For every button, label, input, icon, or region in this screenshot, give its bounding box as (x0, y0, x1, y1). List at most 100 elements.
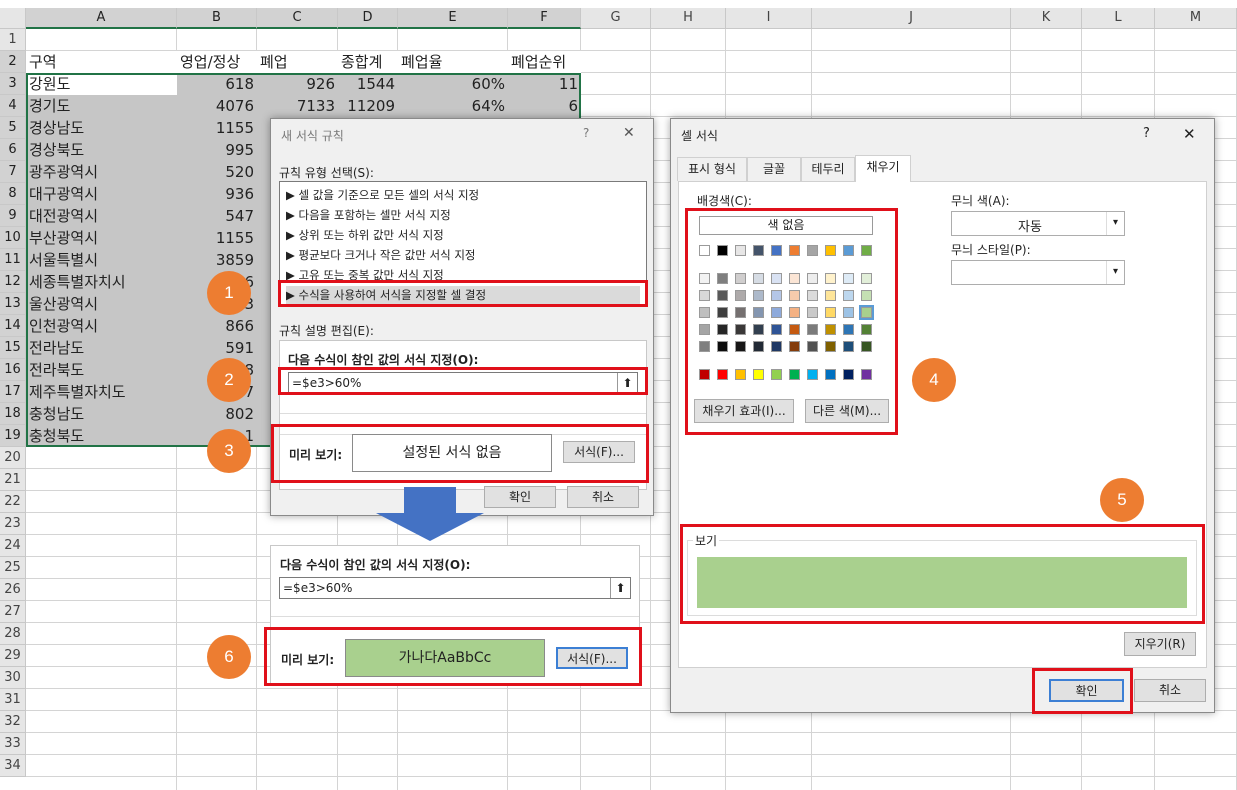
pattern-color-select[interactable]: 자동 ▾ (951, 211, 1125, 236)
help-icon[interactable]: ? (1143, 126, 1150, 141)
rule-type-item[interactable]: ▶ 다음을 포함하는 셀만 서식 지정 (286, 206, 640, 225)
tab-font[interactable]: 글꼴 (747, 157, 801, 181)
row-header[interactable]: 26 (0, 579, 26, 601)
result-preview-box: 가나다AaBbCc (345, 639, 545, 677)
tab-border[interactable]: 테두리 (801, 157, 855, 181)
close-icon[interactable]: ✕ (623, 125, 635, 141)
collapse-range-icon[interactable]: ⬆ (610, 578, 630, 598)
column-header[interactable]: G (581, 8, 651, 29)
column-header[interactable]: M (1155, 8, 1237, 29)
result-formula-value: =$e3>60% (283, 581, 353, 595)
highlight-formula-rule (278, 280, 648, 307)
row-header[interactable]: 25 (0, 557, 26, 579)
rule-type-item[interactable]: ▶ 평균보다 크거나 작은 값만 서식 지정 (286, 246, 640, 265)
row-header[interactable]: 23 (0, 513, 26, 535)
step-badge-6: 6 (207, 635, 251, 679)
column-header[interactable]: A (26, 8, 177, 29)
row-header[interactable]: 18 (0, 403, 26, 425)
row-header[interactable]: 24 (0, 535, 26, 557)
row-header[interactable]: 16 (0, 359, 26, 381)
row-header[interactable]: 27 (0, 601, 26, 623)
result-preview-text: 가나다AaBbCc (398, 650, 492, 666)
row-header[interactable]: 4 (0, 95, 26, 117)
row-header[interactable]: 2 (0, 51, 26, 73)
pattern-style-select[interactable]: ▾ (951, 260, 1125, 285)
column-header[interactable]: C (257, 8, 338, 29)
step-badge-1: 1 (207, 271, 251, 315)
row-header[interactable]: 33 (0, 733, 26, 755)
step-badge-4: 4 (912, 358, 956, 402)
edit-rule-label: 규칙 설명 편집(E): (279, 324, 374, 338)
format-cancel-button[interactable]: 취소 (1134, 679, 1206, 702)
pattern-color-label: 무늬 색(A): (951, 194, 1010, 208)
highlight-preview (271, 424, 649, 483)
row-header[interactable]: 9 (0, 205, 26, 227)
cell[interactable]: 폐업 (257, 51, 338, 73)
column-header[interactable]: E (398, 8, 508, 29)
row-header[interactable]: 19 (0, 425, 26, 447)
dialog-title: 셀 서식 (681, 129, 718, 143)
column-header[interactable]: L (1082, 8, 1155, 29)
tab-number[interactable]: 표시 형식 (677, 157, 747, 181)
pattern-style-label: 무늬 스타일(P): (951, 243, 1031, 257)
cell[interactable]: 폐업순위 (508, 51, 581, 73)
row-header[interactable]: 34 (0, 755, 26, 777)
column-header[interactable]: H (651, 8, 726, 29)
step-badge-3: 3 (207, 429, 251, 473)
highlight-sample (680, 524, 1205, 624)
row-header[interactable]: 8 (0, 183, 26, 205)
row-header[interactable]: 1 (0, 29, 26, 51)
row-header[interactable]: 3 (0, 73, 26, 95)
result-format-button[interactable]: 서식(F)... (556, 647, 628, 669)
row-header[interactable]: 13 (0, 293, 26, 315)
tab-fill[interactable]: 채우기 (855, 155, 911, 182)
row-header[interactable]: 28 (0, 623, 26, 645)
formula-label: 다음 수식이 참인 값의 서식 지정(O): (288, 353, 479, 367)
column-header[interactable]: B (177, 8, 257, 29)
cancel-button[interactable]: 취소 (567, 486, 639, 508)
row-header[interactable]: 32 (0, 711, 26, 733)
cell[interactable]: 폐업율 (398, 51, 508, 73)
rule-type-label: 규칙 유형 선택(S): (279, 166, 374, 180)
select-all-corner[interactable] (0, 8, 26, 29)
rule-type-item[interactable]: ▶ 셀 값을 기준으로 모든 셀의 서식 지정 (286, 186, 640, 205)
row-header[interactable]: 7 (0, 161, 26, 183)
column-header[interactable]: K (1011, 8, 1082, 29)
row-header[interactable]: 29 (0, 645, 26, 667)
row-header[interactable]: 11 (0, 249, 26, 271)
clear-button[interactable]: 지우기(R) (1124, 632, 1196, 656)
chevron-down-icon[interactable]: ▾ (1106, 212, 1124, 235)
step-badge-2: 2 (207, 358, 251, 402)
row-header[interactable]: 30 (0, 667, 26, 689)
row-header[interactable]: 15 (0, 337, 26, 359)
column-header[interactable]: D (338, 8, 398, 29)
row-header[interactable]: 22 (0, 491, 26, 513)
ok-button[interactable]: 확인 (484, 486, 556, 508)
result-preview-label: 미리 보기: (281, 653, 335, 667)
bg-color-label: 배경색(C): (697, 194, 752, 208)
row-header[interactable]: 21 (0, 469, 26, 491)
help-icon[interactable]: ? (583, 126, 589, 140)
row-header[interactable]: 6 (0, 139, 26, 161)
row-header[interactable]: 31 (0, 689, 26, 711)
row-header[interactable]: 5 (0, 117, 26, 139)
result-formula-input[interactable]: =$e3>60% ⬆ (279, 577, 631, 599)
row-header[interactable]: 10 (0, 227, 26, 249)
cell[interactable]: 구역 (26, 51, 177, 73)
gridline (26, 732, 1237, 733)
cell[interactable]: 종합계 (338, 51, 398, 73)
close-icon[interactable]: ✕ (1183, 125, 1196, 143)
column-header[interactable]: J (812, 8, 1011, 29)
column-header[interactable]: I (726, 8, 812, 29)
row-header[interactable]: 14 (0, 315, 26, 337)
gridline (26, 754, 1237, 755)
highlight-bg-color (685, 208, 898, 435)
row-header[interactable]: 17 (0, 381, 26, 403)
column-header[interactable]: F (508, 8, 581, 29)
cell[interactable]: 영업/정상 (177, 51, 257, 73)
rule-type-item[interactable]: ▶ 상위 또는 하위 값만 서식 지정 (286, 226, 640, 245)
row-header[interactable]: 20 (0, 447, 26, 469)
chevron-down-icon[interactable]: ▾ (1106, 261, 1124, 284)
row-header[interactable]: 12 (0, 271, 26, 293)
dialog-title: 새 서식 규칙 (281, 129, 344, 143)
